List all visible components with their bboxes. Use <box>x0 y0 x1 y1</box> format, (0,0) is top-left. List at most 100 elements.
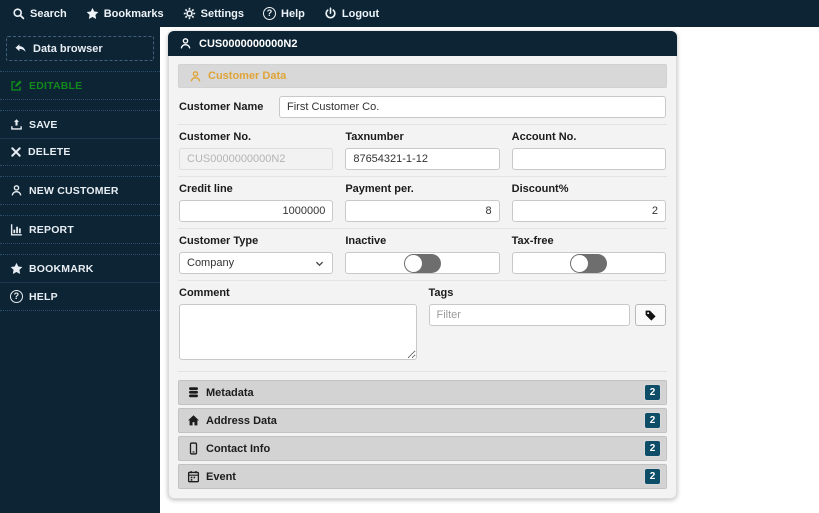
customer-type-select[interactable]: Company <box>179 252 334 274</box>
sidebar-editable-label: EDITABLE <box>29 79 83 92</box>
sidebar-help-label: HELP <box>29 290 58 303</box>
power-icon <box>324 7 337 20</box>
row-numbers: Customer No. Taxnumber Account No. <box>178 125 667 177</box>
star-icon <box>10 262 23 275</box>
field-account-no: Account No. <box>511 131 666 170</box>
row-finance: Credit line Payment per. Discount% <box>178 177 667 229</box>
discount-input[interactable] <box>511 200 666 222</box>
payment-per-input[interactable] <box>345 200 500 222</box>
toggle-knob <box>404 254 422 272</box>
comment-textarea[interactable] <box>179 304 417 360</box>
upload-icon <box>10 118 23 131</box>
field-payment-per: Payment per. <box>345 183 500 222</box>
row-type-toggles: Customer Type Company Inactive Tax-free <box>178 229 667 281</box>
toggle-knob <box>571 254 589 272</box>
calendar-icon <box>187 470 200 483</box>
person-icon <box>10 184 23 197</box>
sidebar-group-status: EDITABLE <box>0 71 160 100</box>
sidebar-item-delete[interactable]: DELETE <box>0 138 160 165</box>
sidebar-new-customer-label: NEW CUSTOMER <box>29 184 119 197</box>
sidebar-item-bookmark[interactable]: BOOKMARK <box>0 255 160 282</box>
accordion-metadata[interactable]: Metadata 2 <box>178 380 667 405</box>
menu-bookmarks-label: Bookmarks <box>103 7 164 20</box>
accordion-contact-info[interactable]: Contact Info 2 <box>178 436 667 461</box>
accordion-event[interactable]: Event 2 <box>178 464 667 489</box>
customer-type-label: Customer Type <box>179 235 259 247</box>
sidebar-bookmark-label: BOOKMARK <box>29 262 94 275</box>
field-comment: Comment <box>179 287 417 365</box>
customer-id-title: CUS0000000000N2 <box>199 37 298 50</box>
home-icon <box>187 414 200 427</box>
accordion-event-label: Event <box>206 470 236 483</box>
sidebar-group-bookmark-help: BOOKMARK ? HELP <box>0 254 160 311</box>
comment-label: Comment <box>179 287 230 299</box>
edit-icon <box>10 79 23 92</box>
mobile-icon <box>187 442 200 455</box>
menu-help[interactable]: ? Help <box>263 7 305 20</box>
tax-free-toggle-box <box>511 252 666 274</box>
customer-card-body: Customer Data Customer Name Customer No.… <box>169 56 676 498</box>
menu-search[interactable]: Search <box>12 7 67 20</box>
tag-button[interactable] <box>635 304 666 326</box>
customer-data-section-header[interactable]: Customer Data <box>178 64 667 88</box>
account-no-input[interactable] <box>511 148 666 170</box>
credit-line-label: Credit line <box>179 183 233 195</box>
sidebar-group-report: REPORT <box>0 215 160 244</box>
search-icon <box>12 7 25 20</box>
customer-no-input <box>179 148 334 170</box>
inactive-toggle[interactable] <box>403 253 441 273</box>
sidebar-item-editable: EDITABLE <box>0 72 160 99</box>
sidebar-item-report[interactable]: REPORT <box>0 216 160 243</box>
menu-settings-label: Settings <box>200 7 245 20</box>
gear-icon <box>183 7 196 20</box>
database-icon <box>187 386 200 399</box>
data-browser-button[interactable]: Data browser <box>6 36 154 61</box>
customer-card: CUS0000000000N2 Customer Data Customer N… <box>168 31 677 499</box>
accordion-address-data-label: Address Data <box>206 414 277 427</box>
person-icon <box>189 70 202 83</box>
reply-icon <box>14 42 27 55</box>
sidebar-delete-label: DELETE <box>28 146 71 158</box>
chart-icon <box>10 223 23 236</box>
field-credit-line: Credit line <box>179 183 334 222</box>
sidebar-save-label: SAVE <box>29 118 58 131</box>
customer-no-label: Customer No. <box>179 131 252 143</box>
taxnumber-input[interactable] <box>345 148 500 170</box>
tax-free-label: Tax-free <box>511 235 554 247</box>
metadata-count-badge: 2 <box>644 384 661 401</box>
credit-line-input[interactable] <box>179 200 334 222</box>
sidebar-item-save[interactable]: SAVE <box>0 111 160 138</box>
sidebar-item-new-customer[interactable]: NEW CUSTOMER <box>0 177 160 204</box>
menu-settings[interactable]: Settings <box>183 7 244 20</box>
menu-logout[interactable]: Logout <box>324 7 379 20</box>
chevron-down-icon <box>314 258 325 269</box>
discount-label: Discount% <box>511 183 569 195</box>
row-customer-name: Customer Name <box>178 90 667 125</box>
tags-label: Tags <box>428 287 454 299</box>
accordion-metadata-label: Metadata <box>206 386 254 399</box>
row-comment-tags: Comment Tags <box>178 281 667 372</box>
customer-name-input[interactable] <box>279 96 666 118</box>
menu-search-label: Search <box>30 7 67 20</box>
help-icon: ? <box>263 7 277 20</box>
help-icon: ? <box>10 290 23 303</box>
menu-bookmarks[interactable]: Bookmarks <box>86 7 164 20</box>
star-icon <box>86 7 99 20</box>
tax-free-toggle[interactable] <box>570 253 608 273</box>
customer-card-header: CUS0000000000N2 <box>168 31 677 56</box>
accordion-address-data[interactable]: Address Data 2 <box>178 408 667 433</box>
account-no-label: Account No. <box>511 131 577 143</box>
field-taxnumber: Taxnumber <box>345 131 500 170</box>
sidebar-item-help[interactable]: ? HELP <box>0 282 160 310</box>
sidebar: Data browser EDITABLE SAVE DELETE NEW CU… <box>0 27 160 513</box>
data-browser-label: Data browser <box>33 42 103 55</box>
x-icon <box>10 146 22 158</box>
tags-filter-input[interactable] <box>428 304 630 326</box>
field-inactive: Inactive <box>345 235 500 274</box>
sidebar-group-new-customer: NEW CUSTOMER <box>0 176 160 205</box>
customer-type-value: Company <box>187 257 235 269</box>
address-data-count-badge: 2 <box>644 412 661 429</box>
sidebar-report-label: REPORT <box>29 223 74 236</box>
taxnumber-label: Taxnumber <box>345 131 404 143</box>
accordion-contact-info-label: Contact Info <box>206 442 271 455</box>
